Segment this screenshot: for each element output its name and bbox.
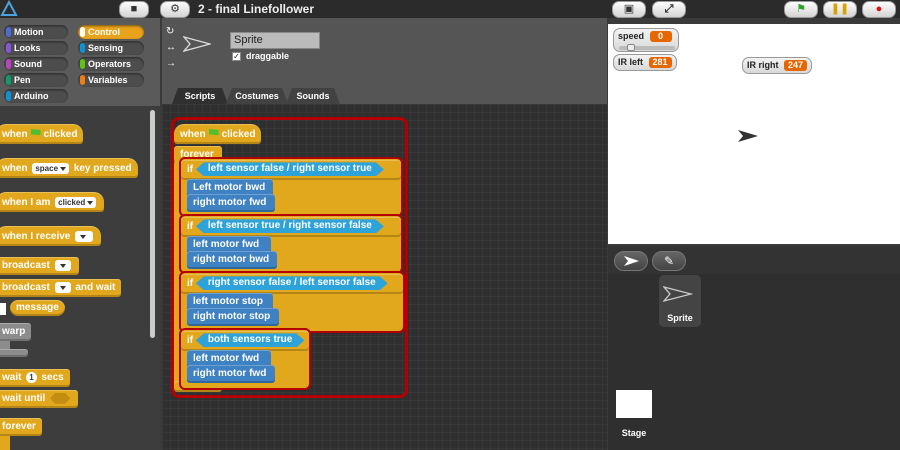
wait-secs-input[interactable]: 1 [26, 371, 37, 383]
if-2-header[interactable]: if left sensor true / right sensor false [181, 217, 401, 237]
palette-wait-secs[interactable]: wait 1 secs [0, 369, 70, 387]
stage-size-toggle-button[interactable]: ▣ [612, 1, 646, 18]
palette-broadcast-and-wait[interactable]: broadcast and wait [0, 279, 122, 297]
message-checkbox[interactable] [0, 303, 6, 315]
green-flag-icon [208, 129, 219, 136]
file-icon: ■ [130, 3, 138, 15]
category-control[interactable]: Control [78, 25, 144, 39]
palette-warp[interactable]: warp [0, 323, 32, 341]
stop-icon: ● [875, 3, 883, 15]
watcher-ir-right-value: 247 [784, 60, 808, 71]
green-flag-icon [30, 129, 41, 136]
add-turtle-sprite-button[interactable] [614, 251, 648, 271]
project-title: 2 - final Linefollower [198, 2, 315, 16]
watcher-ir-left[interactable]: IR left 281 [613, 54, 677, 71]
palette-when-i-am-clicked[interactable]: when I am clicked [0, 192, 105, 212]
paintbrush-icon: ✎ [663, 254, 675, 268]
corral-stage-item[interactable]: Stage [614, 388, 654, 442]
settings-button[interactable]: ⚙ [160, 1, 190, 18]
tab-sounds[interactable]: Sounds [286, 88, 340, 104]
palette-forever-c-slot [0, 436, 10, 450]
watcher-ir-left-value: 281 [648, 57, 672, 68]
tab-scripts[interactable]: Scripts [172, 88, 228, 104]
palette-when-i-receive[interactable]: when I receive [0, 226, 102, 246]
broadcast-dropdown[interactable] [54, 259, 71, 271]
i-am-dropdown[interactable]: clicked [55, 196, 97, 208]
speed-slider[interactable] [619, 44, 675, 51]
draggable-label: draggable [246, 51, 290, 61]
wait-until-slot[interactable] [50, 393, 70, 404]
receive-dropdown[interactable] [75, 230, 94, 242]
category-sound[interactable]: Sound [4, 57, 68, 71]
turtle-arrow-icon [624, 256, 639, 266]
palette-when-key-pressed[interactable]: when space key pressed [0, 158, 138, 178]
category-pen[interactable]: Pen [4, 73, 68, 87]
rotate-style-flip-icon[interactable]: ↔ [166, 42, 176, 53]
stop-button[interactable]: ● [862, 1, 896, 18]
file-menu-button[interactable]: ■ [119, 1, 149, 18]
palette-wait-until[interactable]: wait until [0, 390, 79, 408]
sprite-arrow-icon[interactable] [738, 130, 758, 145]
cmd-right-motor-fwd[interactable]: right motor fwd [187, 194, 275, 212]
palette-when-flag-clicked[interactable]: when clicked [0, 124, 84, 144]
pause-icon: ❚❚ [830, 3, 850, 15]
normal-stage-icon: ▣ [623, 3, 635, 15]
category-sensing[interactable]: Sensing [78, 41, 144, 55]
watcher-speed-value: 0 [649, 31, 672, 42]
palette-warp-bottom [0, 349, 28, 357]
paint-new-sprite-button[interactable]: ✎ [652, 251, 686, 271]
key-dropdown[interactable]: space [32, 162, 70, 174]
if-1-header[interactable]: if left sensor false / right sensor true [181, 160, 401, 180]
expand-icon: ⤢ [664, 3, 674, 15]
condition-left-true-right-false[interactable]: left sensor true / right sensor false [196, 219, 384, 233]
sprite-thumbnail-icon [663, 286, 693, 302]
category-looks[interactable]: Looks [4, 41, 68, 55]
cmd-right-motor-fwd-2[interactable]: right motor fwd [187, 365, 275, 383]
category-motion[interactable]: Motion [4, 25, 68, 39]
category-operators[interactable]: Operators [78, 57, 144, 71]
if-4-header[interactable]: if both sensors true [181, 331, 309, 351]
green-flag-button[interactable]: ⚑ [784, 1, 818, 18]
rotate-style-full-icon[interactable]: ↻ [166, 26, 174, 37]
watcher-ir-right[interactable]: IR right 247 [742, 57, 813, 74]
cmd-right-motor-bwd[interactable]: right motor bwd [187, 251, 277, 269]
sprite-thumbnail-icon [182, 35, 213, 55]
gear-icon: ⚙ [170, 3, 180, 15]
stage-thumbnail [616, 390, 652, 418]
category-arduino[interactable]: Arduino [4, 89, 68, 103]
condition-right-false-left-false[interactable]: right sensor false / left sensor false [196, 276, 388, 290]
rotate-style-none-icon[interactable]: → [166, 58, 176, 69]
green-flag-icon: ⚑ [796, 3, 806, 15]
condition-left-false-right-true[interactable]: left sensor false / right sensor true [196, 162, 384, 176]
draggable-checkbox[interactable]: ✓ [232, 52, 241, 61]
cmd-right-motor-stop[interactable]: right motor stop [187, 308, 279, 326]
presentation-mode-button[interactable]: ⤢ [652, 1, 686, 18]
tab-costumes[interactable]: Costumes [226, 88, 288, 104]
category-variables[interactable]: Variables [78, 73, 144, 87]
palette-broadcast[interactable]: broadcast [0, 257, 79, 275]
corral-stage-label: Stage [621, 428, 647, 438]
corral-sprite-label: Sprite [667, 313, 693, 323]
palette-message-reporter[interactable]: message [10, 300, 65, 316]
palette-scrollbar[interactable] [150, 110, 155, 338]
watcher-speed[interactable]: speed 0 [613, 28, 679, 52]
condition-both-sensors-true[interactable]: both sensors true [196, 333, 304, 347]
script-when-flag-clicked[interactable]: when clicked [174, 124, 262, 144]
snap-logo-icon[interactable] [0, 0, 18, 18]
broadcast-wait-dropdown[interactable] [54, 281, 71, 293]
corral-sprite-item[interactable]: Sprite [659, 275, 701, 327]
pause-button[interactable]: ❚❚ [823, 1, 857, 18]
speed-slider-handle[interactable] [627, 44, 635, 51]
if-3-header[interactable]: if right sensor false / left sensor fals… [181, 274, 403, 294]
palette-forever[interactable]: forever [0, 418, 42, 436]
sprite-name-input[interactable]: Sprite [230, 32, 320, 49]
